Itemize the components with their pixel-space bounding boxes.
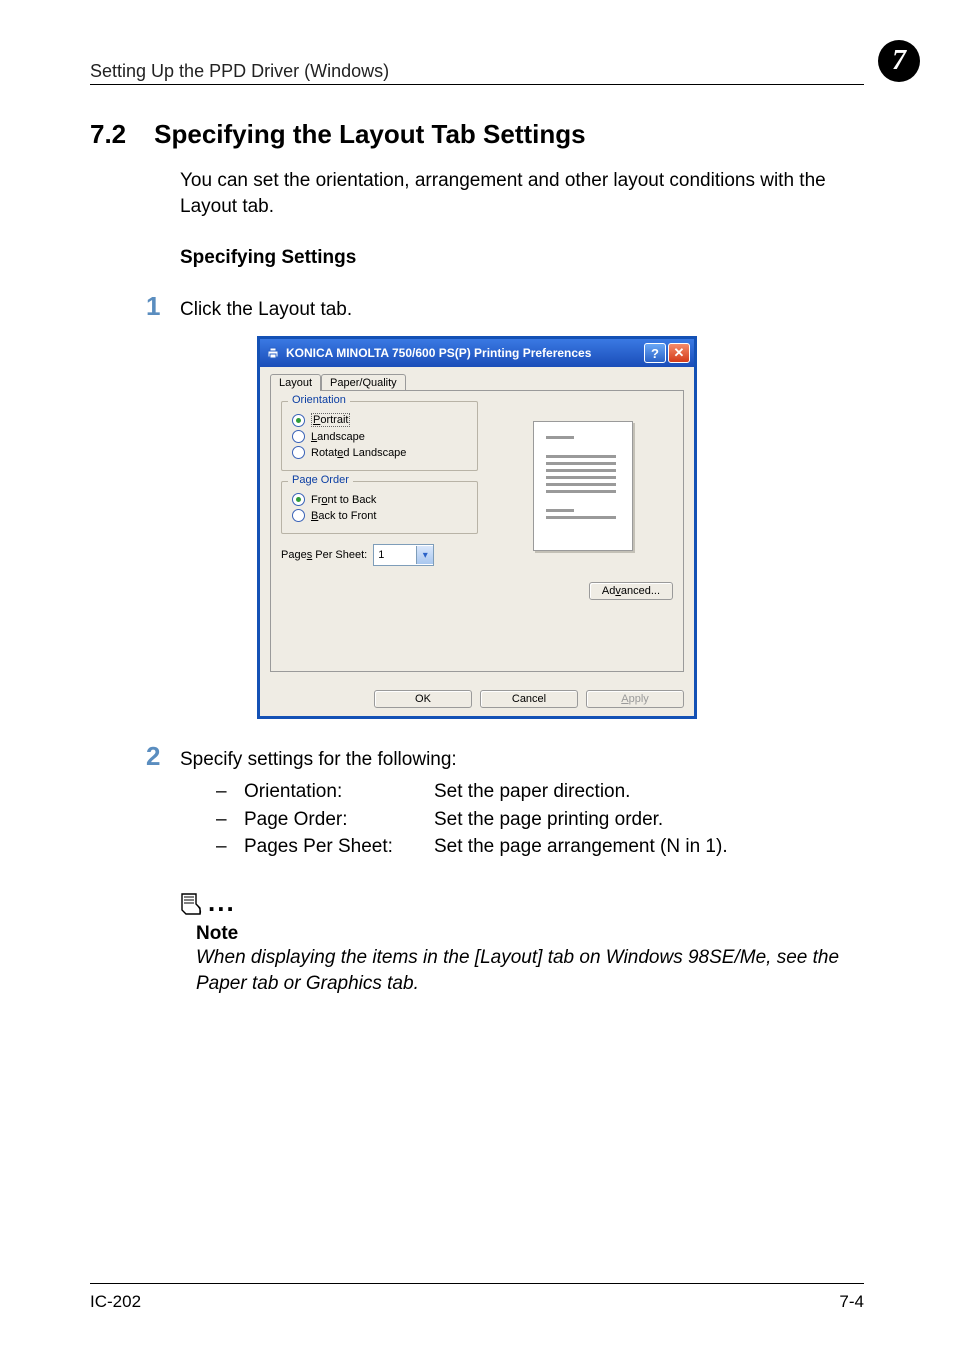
page-order-group: Page Order Front to Back Back to Front	[281, 481, 478, 534]
step-text-1: Click the Layout tab.	[180, 299, 352, 321]
step-text-2: Specify settings for the following:	[180, 749, 457, 771]
dialog-figure: KONICA MINOLTA 750/600 PS(P) Printing Pr…	[257, 336, 697, 719]
titlebar: KONICA MINOLTA 750/600 PS(P) Printing Pr…	[260, 339, 694, 367]
printer-icon	[266, 346, 280, 360]
settings-list: – Orientation: Set the paper direction. …	[216, 778, 864, 861]
tab-layout[interactable]: Layout	[270, 374, 321, 391]
pages-per-sheet-label: Pages Per Sheet:	[281, 549, 367, 561]
radio-back-to-front[interactable]	[292, 509, 305, 522]
footer-right: 7-4	[839, 1292, 864, 1312]
setting-label: Page Order:	[244, 806, 434, 834]
close-button[interactable]: ✕	[668, 343, 690, 363]
setting-desc: Set the page arrangement (N in 1).	[434, 833, 864, 861]
chapter-number: 7	[892, 45, 906, 77]
radio-portrait[interactable]	[292, 414, 305, 427]
advanced-button[interactable]: Advanced...	[589, 582, 673, 600]
printing-preferences-dialog: KONICA MINOLTA 750/600 PS(P) Printing Pr…	[257, 336, 697, 719]
setting-label: Pages Per Sheet:	[244, 833, 434, 861]
list-item: – Page Order: Set the page printing orde…	[216, 806, 864, 834]
subheading: Specifying Settings	[180, 247, 864, 269]
pages-per-sheet-value: 1	[378, 549, 384, 561]
radio-front-to-back[interactable]	[292, 493, 305, 506]
radio-rotated-label: Rotated Landscape	[311, 447, 406, 459]
page-order-legend: Page Order	[288, 474, 353, 486]
radio-back-to-front-label: Back to Front	[311, 510, 376, 522]
cancel-button[interactable]: Cancel	[480, 690, 578, 708]
apply-button: Apply	[586, 690, 684, 708]
list-item: – Pages Per Sheet: Set the page arrangem…	[216, 833, 864, 861]
setting-desc: Set the page printing order.	[434, 806, 864, 834]
setting-desc: Set the paper direction.	[434, 778, 864, 806]
chapter-badge: 7	[878, 40, 920, 82]
list-item: – Orientation: Set the paper direction.	[216, 778, 864, 806]
radio-rotated-landscape[interactable]	[292, 446, 305, 459]
chevron-down-icon: ▾	[416, 546, 433, 564]
ok-button[interactable]: OK	[374, 690, 472, 708]
radio-landscape-label: Landscape	[311, 431, 365, 443]
note-text: When displaying the items in the [Layout…	[196, 945, 864, 996]
running-header: Setting Up the PPD Driver (Windows)	[90, 61, 389, 82]
layout-preview	[533, 421, 653, 571]
tab-paper-quality[interactable]: Paper/Quality	[321, 374, 406, 391]
dialog-title: KONICA MINOLTA 750/600 PS(P) Printing Pr…	[286, 346, 591, 360]
radio-portrait-label: Portrait	[311, 413, 350, 427]
orientation-group: Orientation Portrait Landscape	[281, 401, 478, 471]
section-number: 7.2	[90, 119, 126, 150]
step-number-1: 1	[90, 291, 180, 322]
tab-panel: Orientation Portrait Landscape	[270, 390, 684, 672]
pages-per-sheet-select[interactable]: 1 ▾	[373, 544, 434, 566]
note-dots: ...	[208, 887, 236, 918]
section-title: Specifying the Layout Tab Settings	[154, 119, 585, 150]
radio-landscape[interactable]	[292, 430, 305, 443]
orientation-legend: Orientation	[288, 394, 350, 406]
note-heading: Note	[196, 923, 864, 945]
section-intro: You can set the orientation, arrangement…	[180, 168, 864, 219]
radio-front-to-back-label: Front to Back	[311, 494, 376, 506]
footer-left: IC-202	[90, 1292, 141, 1312]
setting-label: Orientation:	[244, 778, 434, 806]
step-number-2: 2	[90, 741, 180, 772]
help-button[interactable]: ?	[644, 343, 666, 363]
note-icon: ...	[176, 887, 236, 918]
